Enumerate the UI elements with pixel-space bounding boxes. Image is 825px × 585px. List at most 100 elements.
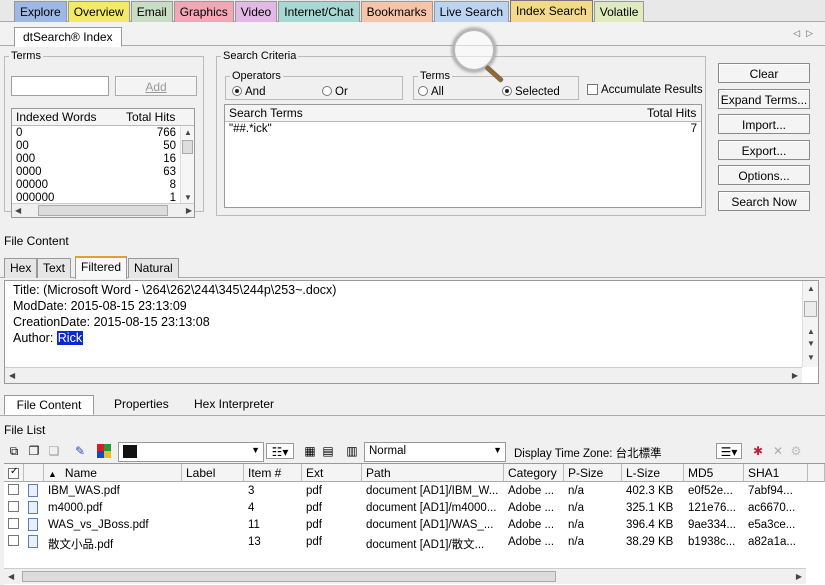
table-row[interactable]: WAS_vs_JBoss.pdf 11 pdf document [AD1]/W… [4,517,825,534]
column-indexed-words[interactable]: Indexed Words [12,109,122,126]
scroll-thumb[interactable] [38,205,168,216]
content-vscroll[interactable]: ▲ ▲ ▼ ▼ [802,281,818,367]
column-total-hits[interactable]: Total Hits [643,105,701,122]
list-item[interactable]: 0 766 [12,127,182,140]
scroll-thumb[interactable] [22,571,556,582]
row-checkbox[interactable] [8,484,22,496]
scroll-down-icon[interactable]: ▼ [807,353,815,362]
list-options-icon[interactable]: ☰▾ [716,443,742,459]
search-now-button[interactable]: Search Now [718,191,810,211]
tab-index-search[interactable]: Index Search [510,0,593,22]
scroll-thumb[interactable] [804,301,817,317]
row-checkbox[interactable] [8,501,22,513]
options-button[interactable]: Options... [718,165,810,185]
column-total-hits[interactable]: Total Hits [122,109,194,126]
term-input[interactable] [11,76,109,96]
scroll-up-icon[interactable]: ▲ [807,284,815,293]
import-button[interactable]: Import... [718,114,810,134]
tab-graphics[interactable]: Graphics [173,1,234,22]
expand-terms-button[interactable]: Expand Terms... [718,89,810,109]
row-checkbox[interactable] [8,535,22,547]
scroll-thumb[interactable] [182,140,193,154]
scroll-left-icon[interactable]: ◀ [8,572,14,581]
column-path[interactable]: Path [362,464,504,482]
file-content-viewer[interactable]: Title: (Microsoft Word - \264\262\244\34… [4,280,819,384]
tab-bookmarks[interactable]: Bookmarks [360,1,433,22]
panel-icon[interactable]: ▥ [344,443,360,459]
tab-hex-interpreter[interactable]: Hex Interpreter [188,395,280,415]
scroll-up-icon[interactable]: ▲ [807,327,815,336]
copy-icon[interactable]: ❏ [46,443,62,459]
tab-dtsearch-index[interactable]: dtSearch® Index [14,27,122,47]
list-item[interactable]: 000 16 [12,153,182,166]
search-terms-list[interactable]: Search Terms Total Hits "##.*ick" 7 [224,104,702,208]
scroll-left-icon[interactable]: ◀ [9,371,15,380]
column-md5[interactable]: MD5 [684,464,744,482]
indexed-words-hscroll[interactable]: ◀ ▶ [12,203,194,217]
list-item[interactable]: 00000 8 [12,179,182,192]
remove-icon[interactable]: ✕ [770,443,786,459]
scroll-up-icon[interactable]: ▲ [184,128,192,137]
tab-text[interactable]: Text [37,258,72,278]
tab-natural[interactable]: Natural [128,258,179,278]
operator-or-radio[interactable]: Or [322,86,348,98]
column-ext[interactable]: Ext [302,464,362,482]
column-check[interactable] [4,464,24,482]
list-item[interactable]: 00 50 [12,140,182,153]
terms-all-radio[interactable]: All [418,86,444,98]
content-hscroll[interactable]: ◀ ▶ [5,367,802,383]
tab-volatile[interactable]: Volatile [593,1,645,22]
tab-email[interactable]: Email [130,1,173,22]
table-row[interactable]: m4000.pdf 4 pdf document [AD1]/m4000... … [4,500,825,517]
color-label-icon[interactable] [96,443,112,459]
indexed-words-vscroll[interactable]: ▲ ▼ [180,126,194,204]
column-item[interactable]: Item # [244,464,302,482]
export-button[interactable]: Export... [718,140,810,160]
table-row[interactable]: 散文小品.pdf 13 pdf document [AD1]/散文... Ado… [4,534,825,551]
check-all-icon[interactable]: ⧉ [6,443,22,459]
list-item[interactable]: 0000 63 [12,166,182,179]
column-search-terms[interactable]: Search Terms [225,105,643,122]
add-button[interactable]: Add [115,76,197,96]
column-lsize[interactable]: L-Size [622,464,684,482]
view-mode-select[interactable]: Normal ▼ [364,442,506,462]
tab-scroll-arrows-icon[interactable]: ◁▷ [793,28,819,39]
uncheck-icon[interactable]: ❐ [26,443,42,459]
tab-explore[interactable]: Explore [14,1,67,22]
tab-properties[interactable]: Properties [108,395,175,415]
pen-icon[interactable]: ✎ [72,443,88,459]
tab-internet-chat[interactable]: Internet/Chat [278,1,360,22]
indexed-words-list[interactable]: Indexed Words Total Hits 0 766 00 50 000 16… [11,108,195,218]
file-list-hscroll[interactable]: ◀ ▶ [4,568,806,584]
scroll-right-icon[interactable]: ▶ [792,371,798,380]
column-label[interactable]: Label [182,464,244,482]
settings-icon[interactable]: ⚙ [788,443,804,459]
file-list-grid[interactable]: ▲ Name Label Item # Ext Path Category P-S… [4,463,825,585]
columns-view-icon[interactable]: ☷▾ [266,443,294,459]
list-item[interactable]: 000000 1 [12,192,182,202]
table-row[interactable]: IBM_WAS.pdf 3 pdf document [AD1]/IBM_W..… [4,483,825,500]
scroll-down-icon[interactable]: ▼ [807,339,815,348]
calendar-icon[interactable]: ▦ [302,443,318,459]
clear-button[interactable]: Clear [718,63,810,83]
scroll-right-icon[interactable]: ▶ [186,206,192,215]
scroll-left-icon[interactable]: ◀ [15,206,21,215]
tab-live-search[interactable]: Live Search [433,1,510,22]
column-name[interactable]: ▲ Name [44,464,182,482]
tab-hex[interactable]: Hex [4,258,38,278]
tab-overview[interactable]: Overview [67,1,130,22]
tab-file-content[interactable]: File Content [4,395,94,415]
scroll-down-icon[interactable]: ▼ [184,193,192,202]
list-item[interactable]: "##.*ick" 7 [225,123,701,136]
tab-video[interactable]: Video [234,1,278,22]
terms-selected-radio[interactable]: Selected [502,86,560,98]
row-checkbox[interactable] [8,518,22,530]
column-psize[interactable]: P-Size [564,464,622,482]
calendar-alt-icon[interactable]: ▤ [320,443,336,459]
operator-and-radio[interactable]: And [232,86,265,98]
label-color-select[interactable]: ▼ [118,442,264,462]
column-category[interactable]: Category [504,464,564,482]
tab-filtered[interactable]: Filtered [75,256,128,279]
column-sha1[interactable]: SHA1 [744,464,808,482]
scroll-right-icon[interactable]: ▶ [796,572,802,581]
